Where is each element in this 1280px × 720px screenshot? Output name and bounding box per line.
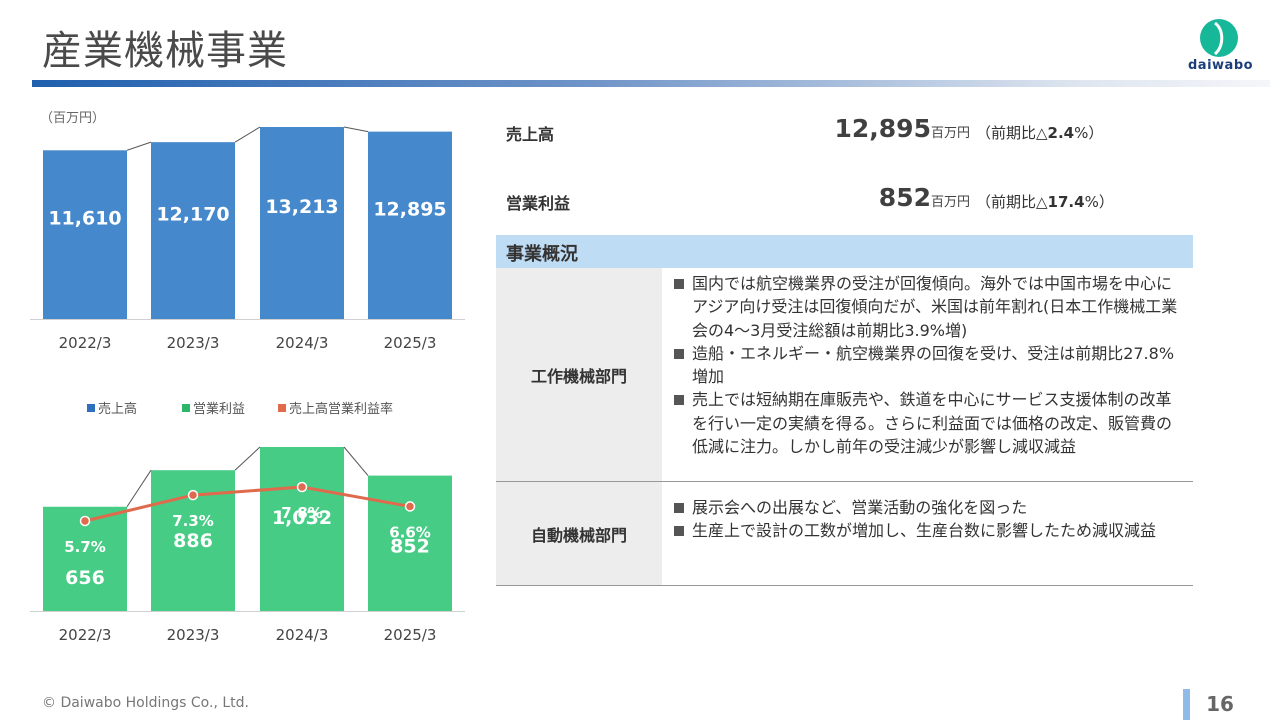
data-label: 656 <box>65 567 105 589</box>
bar-connector-line <box>126 469 152 508</box>
logo-mark-icon <box>1200 19 1238 57</box>
bullet-square-icon <box>674 526 684 537</box>
logo-text: daiwabo <box>1188 58 1254 73</box>
metric-profit-comparison: （前期比△17.4%） <box>976 191 1114 212</box>
bullet-item: 売上では短納期在庫販売や、鉄道を中心にサービス支援体制の改革を行い一定の実績を得… <box>672 388 1180 458</box>
bullet-text: 生産上で設計の工数が増加し、生産台数に影響したため減収減益 <box>692 521 1157 541</box>
cmp-prefix: （前期比△ <box>976 193 1048 211</box>
copyright: © Daiwabo Holdings Co., Ltd. <box>42 695 249 711</box>
bullet-item: 造船・エネルギー・航空機業界の回復を受け、受注は前期比27.8%増加 <box>672 342 1180 389</box>
profit-chart: 6568861,0328522022/3 2023/3 2024/3 2025/35.… <box>30 446 465 644</box>
bullet-square-icon <box>674 279 684 289</box>
x-tick-label: 2022/3 <box>59 626 112 644</box>
metric-sales-comparison: （前期比△2.4%） <box>976 122 1103 143</box>
metric-profit-label: 営業利益 <box>506 194 571 213</box>
metric-profit-number: 852 <box>878 183 931 212</box>
rate-label: 5.7% <box>64 538 106 556</box>
bullet-square-icon <box>674 503 684 513</box>
bullet-square-icon <box>674 348 684 359</box>
x-tick-label: 2023/3 <box>167 626 220 644</box>
section-header: 事業概況 <box>496 235 1193 268</box>
x-tick-label: 2024/3 <box>276 626 329 644</box>
rate-point <box>187 489 199 501</box>
rate-label: 7.3% <box>172 512 214 530</box>
cmp-prefix: （前期比△ <box>976 124 1048 142</box>
metric-sales-unit: 百万円 <box>930 126 970 141</box>
bullet-item: 展示会への出展など、営業活動の強化を図った <box>672 496 1180 519</box>
bar-2024/3 <box>260 447 344 611</box>
metric-sales-number: 12,895 <box>834 114 931 143</box>
metric-sales-value: 12,895百万円 <box>835 114 971 143</box>
bar-connector-line <box>234 446 261 471</box>
page-number: 16 <box>1206 692 1234 716</box>
rate-point <box>79 515 91 527</box>
bullet-text: 展示会への出展など、営業活動の強化を図った <box>692 498 1028 517</box>
rate-line <box>84 485 411 523</box>
bullet-text: 売上では短納期在庫販売や、鉄道を中心にサービス支援体制の改革を行い一定の実績を得… <box>692 390 1173 457</box>
bar-connector-line <box>343 446 369 476</box>
bullet-square-icon <box>674 395 684 406</box>
metric-sales-label: 売上高 <box>506 125 555 144</box>
rate-point <box>296 481 308 493</box>
row-label: 工作機械部門 <box>496 268 662 481</box>
bullet-item: 国内では航空機業界の受注が回復傾向。海外では中国市場を中心にアジア向け受注は回復… <box>672 272 1180 342</box>
row-body: 国内では航空機業界の受注が回復傾向。海外では中国市場を中心にアジア向け受注は回復… <box>672 272 1180 458</box>
rate-point <box>404 501 416 512</box>
cmp-value: 2.4 <box>1047 124 1075 142</box>
table-row-machine-tools: 工作機械部門 国内では航空機業界の受注が回復傾向。海外では中国市場を中心にアジア… <box>496 268 1193 482</box>
company-logo: daiwabo <box>1188 18 1254 78</box>
metric-profit-value: 852百万円 <box>879 183 970 212</box>
bullet-text: 国内では航空機業界の受注が回復傾向。海外では中国市場を中心にアジア向け受注は回復… <box>692 274 1178 340</box>
section-header-label: 事業概況 <box>506 244 578 265</box>
rate-label: 7.8% <box>281 504 323 522</box>
row-label: 自動機械部門 <box>496 482 662 585</box>
bullet-text: 造船・エネルギー・航空機業界の回復を受け、受注は前期比27.8%増加 <box>692 343 1175 387</box>
table-row-automatic-machines: 自動機械部門 展示会への出展など、営業活動の強化を図った 生産上で設計の工数が増… <box>496 482 1193 586</box>
cmp-suffix: %） <box>1084 193 1114 211</box>
page-number-bar <box>1183 689 1190 720</box>
cmp-value: 17.4 <box>1047 193 1085 211</box>
cmp-suffix: %） <box>1074 124 1104 142</box>
bullet-item: 生産上で設計の工数が増加し、生産台数に影響したため減収減益 <box>672 519 1180 542</box>
data-label: 886 <box>173 530 213 552</box>
metric-profit-unit: 百万円 <box>930 195 970 210</box>
x-tick-label: 2025/3 <box>384 626 437 644</box>
rate-label: 6.6% <box>389 523 431 541</box>
row-body: 展示会への出展など、営業活動の強化を図った 生産上で設計の工数が増加し、生産台数… <box>672 496 1180 543</box>
